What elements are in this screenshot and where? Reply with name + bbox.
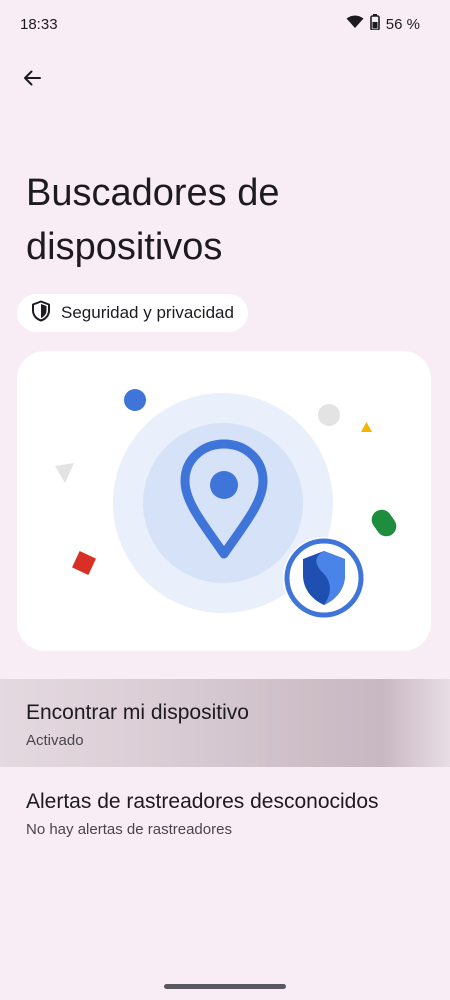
chip-label: Seguridad y privacidad — [61, 303, 234, 322]
gray-triangle — [55, 463, 74, 483]
setting-subtitle: No hay alertas de rastreadores — [26, 821, 232, 838]
device-finder-illustration — [55, 389, 397, 619]
back-arrow-icon — [22, 68, 42, 93]
gray-dot — [318, 404, 340, 426]
setting-find-my-device[interactable]: Encontrar mi dispositivo Activado — [0, 679, 450, 767]
green-pill — [371, 509, 397, 537]
status-icons: 56 % — [346, 14, 420, 34]
gesture-nav-handle[interactable] — [164, 984, 286, 989]
setting-title: Alertas de rastreadores desconocidos — [26, 790, 379, 813]
battery-icon — [369, 14, 380, 34]
shield-icon — [31, 300, 51, 327]
back-button[interactable] — [14, 62, 50, 98]
red-square — [72, 551, 96, 575]
status-time: 18:33 — [20, 16, 58, 33]
blue-dot — [124, 389, 146, 411]
setting-unknown-tracker-alerts[interactable]: Alertas de rastreadores desconocidos No … — [0, 768, 450, 856]
yellow-triangle — [361, 422, 372, 432]
setting-title: Encontrar mi dispositivo — [26, 701, 249, 724]
illustration-card — [17, 351, 431, 651]
security-privacy-chip[interactable]: Seguridad y privacidad — [17, 294, 248, 332]
wifi-icon — [346, 15, 364, 33]
battery-percent: 56 % — [385, 15, 420, 33]
page-title: Buscadores de dispositivos — [26, 172, 280, 268]
setting-subtitle: Activado — [26, 732, 84, 749]
security-shield-icon — [283, 537, 365, 619]
status-bar: 18:33 56 % — [0, 0, 450, 48]
